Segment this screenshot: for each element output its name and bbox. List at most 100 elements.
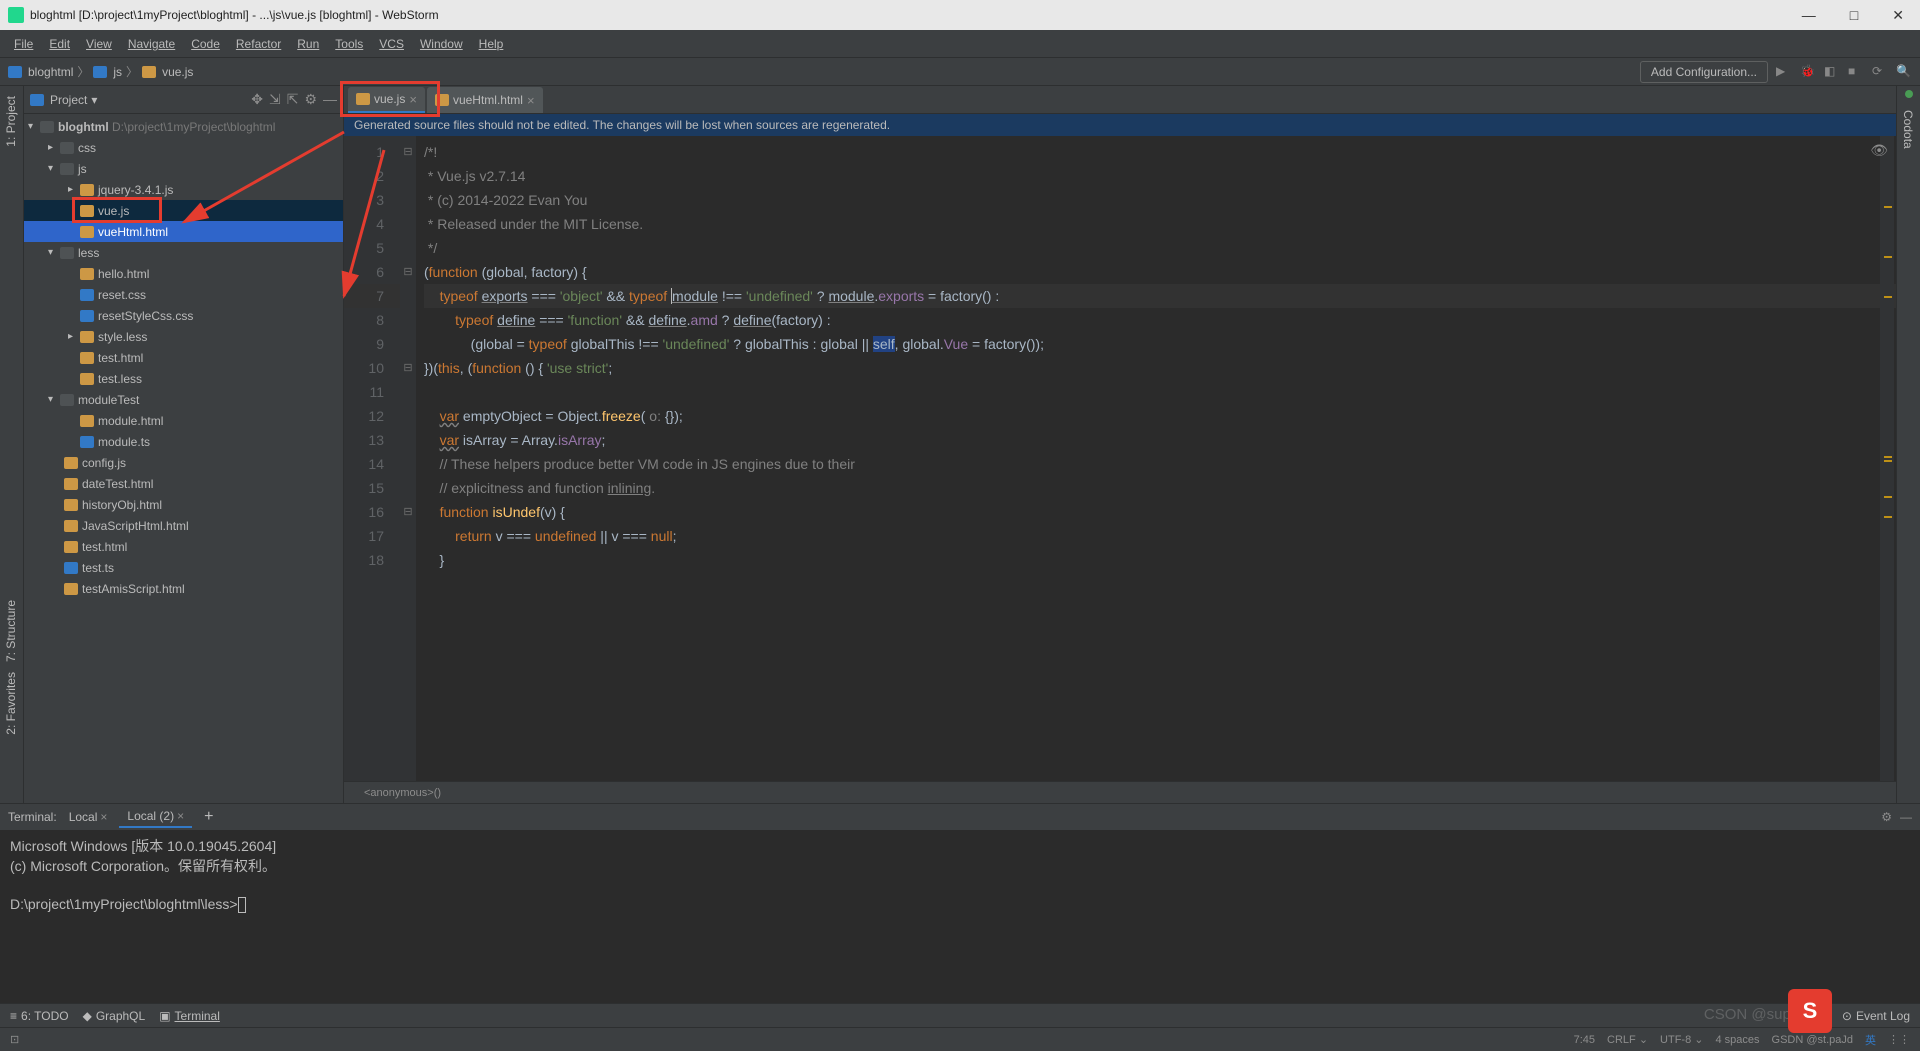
breadcrumb: bloghtml 〉 js 〉 vue.js <box>8 63 193 80</box>
minimize-button[interactable]: — <box>1794 5 1824 26</box>
tree-js[interactable]: ▾js <box>24 158 343 179</box>
tree-root[interactable]: ▾ bloghtml D:\project\1myProject\bloghtm… <box>24 116 343 137</box>
menu-tools[interactable]: Tools <box>327 33 371 55</box>
tree-historyobj[interactable]: historyObj.html <box>24 494 343 515</box>
menu-navigate[interactable]: Navigate <box>120 33 183 55</box>
ime-badge[interactable]: S <box>1788 989 1832 1033</box>
tree-vue[interactable]: vue.js <box>24 200 343 221</box>
close-tab-icon[interactable]: × <box>409 92 417 107</box>
code-area[interactable]: 123456789101112131415161718 ⊟⊟⊟⊟ /*! * V… <box>344 136 1896 781</box>
menu-file[interactable]: File <box>6 33 41 55</box>
terminal-body[interactable]: Microsoft Windows [版本 10.0.19045.2604] (… <box>0 830 1920 1003</box>
chevron-down-icon[interactable]: ▾ <box>91 93 97 107</box>
debug-button[interactable]: 🐞 <box>1800 64 1816 80</box>
tree-modulehtml[interactable]: module.html <box>24 410 343 431</box>
menu-vcs[interactable]: VCS <box>371 33 412 55</box>
menu-edit[interactable]: Edit <box>41 33 78 55</box>
js-file-icon <box>356 93 370 105</box>
add-configuration-button[interactable]: Add Configuration... <box>1640 61 1768 83</box>
run-button[interactable]: ▶ <box>1776 64 1792 80</box>
tree-testts[interactable]: test.ts <box>24 557 343 578</box>
vcs-update-icon[interactable]: ⟳ <box>1872 64 1888 80</box>
close-icon[interactable]: × <box>100 810 107 824</box>
codota-icon[interactable] <box>1905 90 1913 98</box>
app-icon <box>8 7 24 23</box>
project-tool-button[interactable]: 1: Project <box>4 96 18 147</box>
status-indent[interactable]: 4 spaces <box>1716 1034 1760 1046</box>
left-tool-stripe-bottom: 7: Structure 2: Favorites <box>0 590 24 745</box>
menu-help[interactable]: Help <box>471 33 512 55</box>
close-button[interactable]: ✕ <box>1884 5 1912 26</box>
tree-hello[interactable]: hello.html <box>24 263 343 284</box>
notification-icon[interactable]: ⋮⋮ <box>1888 1033 1910 1046</box>
menu-view[interactable]: View <box>78 33 120 55</box>
code-content[interactable]: /*! * Vue.js v2.7.14 * (c) 2014-2022 Eva… <box>416 136 1896 781</box>
structure-tool-button[interactable]: 7: Structure <box>4 600 18 662</box>
maximize-button[interactable]: □ <box>1842 5 1866 26</box>
project-head-label[interactable]: Project <box>50 93 87 107</box>
terminal-cursor <box>238 897 246 913</box>
tree-datetest[interactable]: dateTest.html <box>24 473 343 494</box>
tree-vuehtml[interactable]: vueHtml.html <box>24 221 343 242</box>
crumb-file[interactable]: vue.js <box>162 65 193 79</box>
tree-testless[interactable]: test.less <box>24 368 343 389</box>
favorites-tool-button[interactable]: 2: Favorites <box>4 672 18 735</box>
search-icon[interactable]: 🔍 <box>1896 64 1912 80</box>
tool-window-quick-access-icon[interactable]: ⊡ <box>10 1033 19 1046</box>
tab-vuejs[interactable]: vue.js × <box>348 87 425 113</box>
stop-button[interactable]: ■ <box>1848 64 1864 80</box>
close-icon[interactable]: × <box>177 809 184 823</box>
tree-reset[interactable]: reset.css <box>24 284 343 305</box>
terminal-tab-local2[interactable]: Local (2)× <box>119 806 192 828</box>
tree-config[interactable]: config.js <box>24 452 343 473</box>
html-file-icon <box>435 94 449 106</box>
tree-jsh[interactable]: JavaScriptHtml.html <box>24 515 343 536</box>
terminal-title: Terminal: <box>8 810 57 824</box>
todo-tool-button[interactable]: ≡ 6: TODO <box>10 1009 69 1023</box>
gear-icon[interactable]: ⚙ <box>304 91 317 108</box>
menu-code[interactable]: Code <box>183 33 228 55</box>
locate-icon[interactable]: ✥ <box>251 91 263 108</box>
expand-all-icon[interactable]: ⇲ <box>269 91 281 108</box>
menu-refactor[interactable]: Refactor <box>228 33 289 55</box>
editor-breadcrumb[interactable]: <anonymous>() <box>344 781 1896 803</box>
status-position[interactable]: 7:45 <box>1574 1034 1595 1046</box>
bottom-tool-stripe: ≡ 6: TODO ◆ GraphQL ▣ Terminal ⊙ Event L… <box>0 1003 1920 1027</box>
navigation-bar: bloghtml 〉 js 〉 vue.js Add Configuration… <box>0 58 1920 86</box>
tree-testhtml[interactable]: test.html <box>24 347 343 368</box>
hide-icon[interactable]: — <box>1900 810 1912 824</box>
error-stripe[interactable]: 👁 <box>1880 136 1894 781</box>
status-line-sep[interactable]: CRLF ⌄ <box>1607 1033 1648 1046</box>
coverage-button[interactable]: ◧ <box>1824 64 1840 80</box>
tree-style[interactable]: ▸style.less <box>24 326 343 347</box>
gear-icon[interactable]: ⚙ <box>1881 810 1892 824</box>
fold-gutter[interactable]: ⊟⊟⊟⊟ <box>400 136 416 781</box>
graphql-tool-button[interactable]: ◆ GraphQL <box>83 1009 146 1023</box>
project-icon <box>30 94 44 106</box>
crumb-js[interactable]: js <box>113 65 122 79</box>
hide-icon[interactable]: — <box>323 91 337 108</box>
tree-css[interactable]: ▸css <box>24 137 343 158</box>
folder-icon <box>8 66 22 78</box>
tree-resetstyle[interactable]: resetStyleCss.css <box>24 305 343 326</box>
menu-window[interactable]: Window <box>412 33 471 55</box>
menu-run[interactable]: Run <box>289 33 327 55</box>
tree-moduletest[interactable]: ▾moduleTest <box>24 389 343 410</box>
status-encoding[interactable]: UTF-8 ⌄ <box>1660 1033 1703 1046</box>
event-log-button[interactable]: ⊙ Event Log <box>1842 1009 1910 1023</box>
close-tab-icon[interactable]: × <box>527 93 535 108</box>
terminal-tab-local[interactable]: Local× <box>61 807 116 827</box>
tree-test2[interactable]: test.html <box>24 536 343 557</box>
terminal-tool-window: Terminal: Local× Local (2)× + ⚙ — Micros… <box>0 803 1920 1003</box>
codota-tool-button[interactable]: Codota <box>1901 110 1915 149</box>
add-terminal-button[interactable]: + <box>196 808 221 826</box>
terminal-tool-button[interactable]: ▣ Terminal <box>159 1009 220 1023</box>
crumb-root[interactable]: bloghtml <box>28 65 73 79</box>
tree-modulets[interactable]: module.ts <box>24 431 343 452</box>
tree-jquery[interactable]: ▸jquery-3.4.1.js <box>24 179 343 200</box>
inspection-eye-icon[interactable]: 👁 <box>1870 142 1888 159</box>
collapse-all-icon[interactable]: ⇱ <box>287 91 299 108</box>
tree-less[interactable]: ▾less <box>24 242 343 263</box>
tree-testamis[interactable]: testAmisScript.html <box>24 578 343 599</box>
tab-vuehtml[interactable]: vueHtml.html × <box>427 87 543 113</box>
